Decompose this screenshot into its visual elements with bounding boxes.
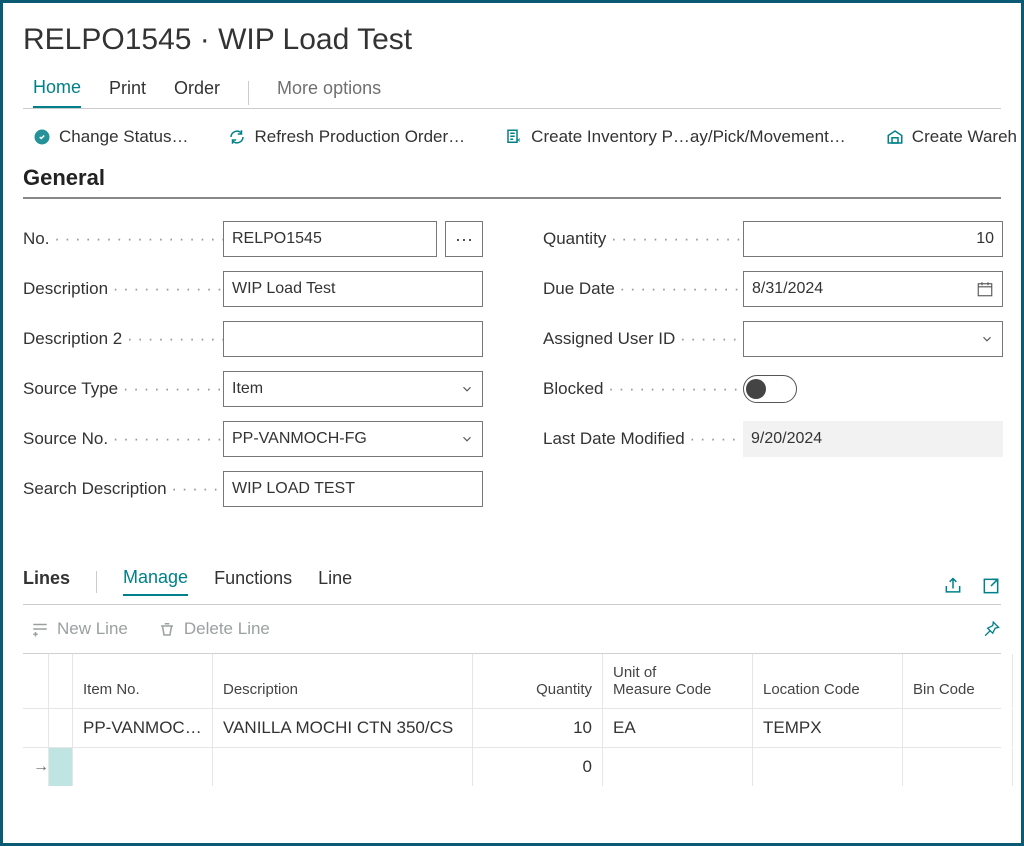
- row-handle[interactable]: [23, 709, 49, 747]
- toggle-blocked[interactable]: [743, 375, 797, 403]
- readonly-last-modified: 9/20/2024: [743, 421, 1003, 457]
- table-row[interactable]: 0: [23, 747, 1001, 786]
- table-row[interactable]: PP-VANMOC… VANILLA MOCHI CTN 350/CS 10 E…: [23, 708, 1001, 747]
- lines-title: Lines: [23, 568, 70, 595]
- col-gutter: [49, 654, 73, 708]
- select-assigned-user[interactable]: [743, 321, 1003, 357]
- status-icon: [33, 128, 51, 146]
- cell-description[interactable]: VANILLA MOCHI CTN 350/CS: [213, 709, 473, 747]
- lines-tab-functions[interactable]: Functions: [214, 568, 292, 595]
- action-refresh-label: Refresh Production Order…: [254, 127, 465, 147]
- cell-uom[interactable]: EA: [603, 709, 753, 747]
- input-description2[interactable]: [223, 321, 483, 357]
- refresh-icon: [228, 128, 246, 146]
- new-line-button[interactable]: New Line: [31, 619, 128, 639]
- warehouse-icon: [886, 128, 904, 146]
- share-icon[interactable]: [943, 576, 963, 596]
- cell-bin[interactable]: [903, 748, 1013, 786]
- chevron-down-icon: [460, 432, 474, 446]
- lines-tab-manage[interactable]: Manage: [123, 567, 188, 596]
- action-change-status-label: Change Status…: [59, 127, 188, 147]
- label-due-date: Due Date: [543, 279, 743, 299]
- chevron-down-icon: [460, 382, 474, 396]
- action-create-warehouse-label: Create Wareh: [912, 127, 1017, 147]
- action-change-status[interactable]: Change Status…: [33, 127, 188, 147]
- delete-line-icon: [158, 620, 176, 638]
- col-bin[interactable]: Bin Code: [903, 654, 1013, 708]
- cell-quantity[interactable]: 10: [473, 709, 603, 747]
- cell-location[interactable]: [753, 748, 903, 786]
- no-more-button[interactable]: ···: [445, 221, 483, 257]
- label-source-type: Source Type: [23, 379, 223, 399]
- row-gutter: [49, 748, 73, 786]
- popout-icon[interactable]: [981, 576, 1001, 596]
- grid-body: PP-VANMOC… VANILLA MOCHI CTN 350/CS 10 E…: [23, 708, 1001, 786]
- cell-item-no[interactable]: [73, 748, 213, 786]
- action-create-warehouse[interactable]: Create Wareh: [886, 127, 1017, 147]
- action-refresh[interactable]: Refresh Production Order…: [228, 127, 465, 147]
- nav-home[interactable]: Home: [33, 77, 81, 108]
- cell-location[interactable]: TEMPX: [753, 709, 903, 747]
- inventory-icon: [505, 128, 523, 146]
- pin-icon[interactable]: [981, 619, 1001, 639]
- input-no[interactable]: RELPO1545: [223, 221, 437, 257]
- nav-divider: [248, 81, 249, 105]
- action-create-inventory-label: Create Inventory P…ay/Pick/Movement…: [531, 127, 846, 147]
- lines-tab-line[interactable]: Line: [318, 568, 352, 595]
- col-selector: [23, 654, 49, 708]
- nav-more-options[interactable]: More options: [277, 78, 381, 107]
- action-bar: Change Status… Refresh Production Order……: [3, 119, 1021, 165]
- nav-order[interactable]: Order: [174, 78, 220, 107]
- cell-bin[interactable]: [903, 709, 1013, 747]
- label-source-no: Source No.: [23, 429, 223, 449]
- general-title-rule: [23, 197, 1001, 199]
- input-due-date[interactable]: 8/31/2024: [743, 271, 1003, 307]
- head-nav: Home Print Order More options: [3, 67, 1021, 108]
- col-location[interactable]: Location Code: [753, 654, 903, 708]
- page-title: RELPO1545 · WIP Load Test: [3, 3, 1021, 67]
- label-assigned-user: Assigned User ID: [543, 329, 743, 349]
- action-create-inventory[interactable]: Create Inventory P…ay/Pick/Movement…: [505, 127, 846, 147]
- nav-print[interactable]: Print: [109, 78, 146, 107]
- label-no: No.: [23, 229, 223, 249]
- col-item-no[interactable]: Item No.: [73, 654, 213, 708]
- lines-toolbar: New Line Delete Line: [3, 605, 1021, 653]
- cell-description[interactable]: [213, 748, 473, 786]
- chevron-down-icon: [980, 332, 994, 346]
- col-quantity[interactable]: Quantity: [473, 654, 603, 708]
- cell-quantity[interactable]: 0: [473, 748, 603, 786]
- label-quantity: Quantity: [543, 229, 743, 249]
- col-uom[interactable]: Unit of Measure Code: [603, 654, 753, 708]
- grid-header: Item No. Description Quantity Unit of Me…: [23, 654, 1001, 708]
- label-description2: Description 2: [23, 329, 223, 349]
- input-search-description[interactable]: WIP LOAD TEST: [223, 471, 483, 507]
- label-description: Description: [23, 279, 223, 299]
- label-last-modified: Last Date Modified: [543, 429, 743, 449]
- new-line-icon: [31, 620, 49, 638]
- delete-line-button[interactable]: Delete Line: [158, 619, 270, 639]
- select-source-type[interactable]: Item: [223, 371, 483, 407]
- label-search-description: Search Description: [23, 479, 223, 499]
- lines-header: Lines Manage Functions Line: [3, 537, 1021, 596]
- general-form: No. RELPO1545 ··· Quantity 10 Descriptio…: [3, 221, 1021, 537]
- lines-grid: Item No. Description Quantity Unit of Me…: [23, 653, 1001, 786]
- cell-item-no[interactable]: PP-VANMOC…: [73, 709, 213, 747]
- row-gutter: [49, 709, 73, 747]
- calendar-icon[interactable]: [976, 280, 994, 298]
- cell-uom[interactable]: [603, 748, 753, 786]
- input-description[interactable]: WIP Load Test: [223, 271, 483, 307]
- nav-rule: [23, 108, 1001, 109]
- input-quantity[interactable]: 10: [743, 221, 1003, 257]
- lines-divider: [96, 571, 97, 593]
- select-source-no[interactable]: PP-VANMOCH-FG: [223, 421, 483, 457]
- col-description[interactable]: Description: [213, 654, 473, 708]
- general-title: General: [3, 165, 1021, 197]
- label-blocked: Blocked: [543, 379, 743, 399]
- row-handle[interactable]: [23, 748, 49, 786]
